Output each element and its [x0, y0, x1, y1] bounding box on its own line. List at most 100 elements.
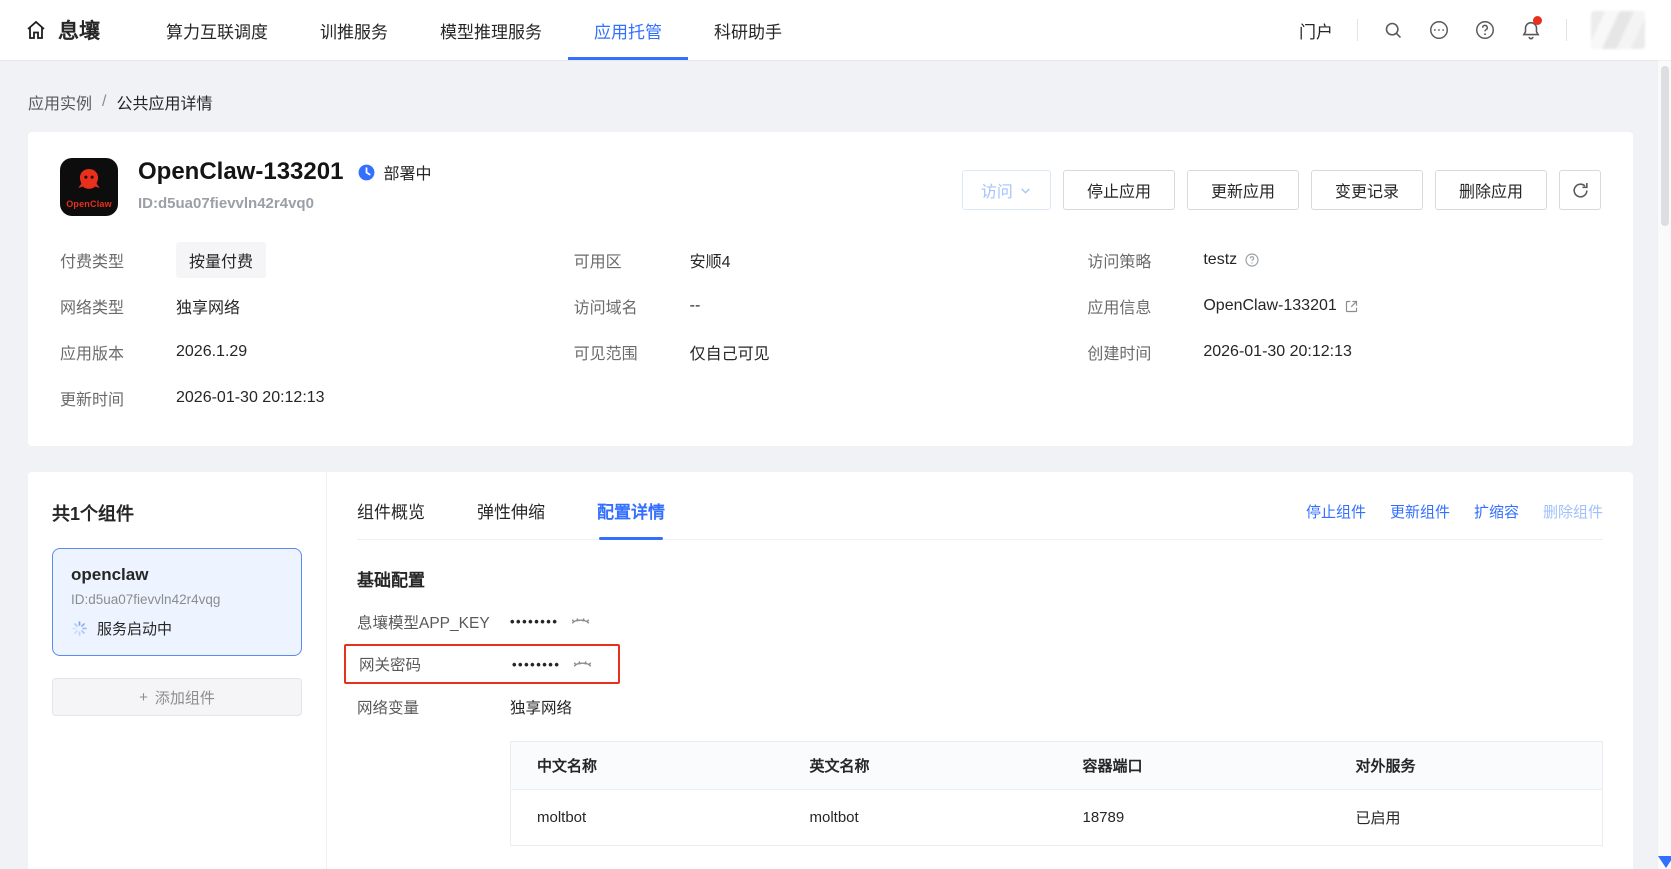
component-id: ID:d5ua07fievvln42r4vqg — [71, 592, 283, 607]
bell-icon[interactable] — [1520, 19, 1542, 41]
eye-closed-icon[interactable] — [572, 654, 593, 675]
external-link-icon — [1344, 299, 1359, 314]
app-logo-label: OpenClaw — [66, 199, 112, 209]
deploy-status-label: 部署中 — [383, 160, 431, 184]
component-detail-panel: 组件概览 弹性伸缩 配置详情 停止组件 更新组件 扩缩容 删除组件 基础配置 息… — [326, 472, 1633, 869]
detail-label: 应用版本 — [60, 340, 176, 364]
tab-component-overview[interactable]: 组件概览 — [357, 498, 425, 539]
refresh-icon — [1571, 181, 1590, 200]
update-app-button[interactable]: 更新应用 — [1187, 170, 1299, 210]
breadcrumb: 应用实例 / 公共应用详情 — [0, 60, 1671, 132]
clock-status-icon — [357, 163, 376, 182]
eye-closed-icon[interactable] — [570, 611, 591, 632]
detail-value: 仅自己可见 — [690, 340, 770, 364]
portal-link[interactable]: 门户 — [1299, 18, 1333, 43]
detail-value: 2026-01-30 20:12:13 — [176, 389, 325, 407]
delete-app-button[interactable]: 删除应用 — [1435, 170, 1547, 210]
config-row-network-variable: 网络变量 独享网络 — [357, 684, 1603, 729]
app-summary-card: OpenClaw OpenClaw-133201 部署中 ID:d5ua07fi… — [28, 132, 1633, 446]
detail-label: 访问域名 — [574, 294, 690, 318]
visit-button-label: 访问 — [981, 178, 1013, 202]
component-card-openclaw[interactable]: openclaw ID:d5ua07fievvln42r4vqg 服务 — [52, 548, 302, 656]
delete-component-link[interactable]: 删除组件 — [1543, 501, 1603, 522]
detail-label: 访问策略 — [1087, 248, 1203, 272]
cell-chinese-name: moltbot — [511, 790, 784, 846]
table-row: moltbot moltbot 18789 已启用 — [511, 790, 1603, 846]
col-container-port: 容器端口 — [1057, 742, 1330, 790]
breadcrumb-app-instances[interactable]: 应用实例 — [28, 90, 92, 114]
config-row-app-key: 息壤模型APP_KEY •••••••• — [357, 599, 1603, 644]
config-value: 独享网络 — [510, 696, 572, 718]
visit-button[interactable]: 访问 — [962, 170, 1051, 210]
scroll-down-arrow-icon[interactable] — [1658, 856, 1671, 868]
app-actions: 访问 停止应用 更新应用 变更记录 删除应用 — [962, 170, 1601, 210]
detail-value: -- — [690, 297, 701, 315]
component-name: openclaw — [71, 565, 283, 585]
cell-container-port: 18789 — [1057, 790, 1330, 846]
detail-update-time: 更新时间 2026-01-30 20:12:13 — [60, 386, 574, 410]
brand-name: 息壤 — [58, 15, 100, 45]
search-icon[interactable] — [1382, 19, 1404, 41]
stop-app-label: 停止应用 — [1087, 178, 1151, 202]
tab-config-detail[interactable]: 配置详情 — [597, 498, 665, 539]
col-english-name: 英文名称 — [784, 742, 1057, 790]
basic-config-title: 基础配置 — [357, 566, 1603, 591]
scrollbar-thumb[interactable] — [1661, 66, 1669, 226]
detail-label: 更新时间 — [60, 386, 176, 410]
detail-value: 安顺4 — [690, 248, 731, 272]
config-label: 网络变量 — [357, 696, 510, 718]
more-icon[interactable] — [1428, 19, 1450, 41]
detail-value: 2026.1.29 — [176, 343, 247, 361]
stop-app-button[interactable]: 停止应用 — [1063, 170, 1175, 210]
detail-label: 应用信息 — [1087, 294, 1203, 318]
component-action-links: 停止组件 更新组件 扩缩容 删除组件 — [1306, 498, 1603, 522]
nav-item-app-hosting[interactable]: 应用托管 — [568, 0, 688, 60]
brand-logo[interactable]: 息壤 — [24, 0, 100, 60]
help-icon[interactable] — [1474, 19, 1496, 41]
detail-label: 付费类型 — [60, 248, 176, 272]
port-table-header-row: 中文名称 英文名称 容器端口 对外服务 — [511, 742, 1603, 790]
detail-network-type: 网络类型 独享网络 — [60, 294, 574, 318]
update-component-link[interactable]: 更新组件 — [1390, 501, 1450, 522]
detail-availability-zone: 可用区 安顺4 — [574, 248, 1088, 272]
delete-app-label: 删除应用 — [1459, 178, 1523, 202]
deploy-status: 部署中 — [357, 160, 431, 184]
change-log-label: 变更记录 — [1335, 178, 1399, 202]
config-label: 息壤模型APP_KEY — [357, 611, 510, 633]
refresh-button[interactable] — [1559, 170, 1601, 210]
change-log-button[interactable]: 变更记录 — [1311, 170, 1423, 210]
breadcrumb-current: 公共应用详情 — [116, 90, 212, 114]
top-nav: 息壤 算力互联调度 训推服务 模型推理服务 应用托管 科研助手 门户 — [0, 0, 1671, 60]
component-status: 服务启动中 — [71, 618, 283, 639]
nav-item-research-assistant[interactable]: 科研助手 — [688, 0, 808, 60]
col-chinese-name: 中文名称 — [511, 742, 784, 790]
detail-access-policy: 访问策略 testz — [1087, 248, 1601, 272]
question-circle-icon[interactable] — [1244, 252, 1260, 268]
masked-app-key: •••••••• — [510, 614, 558, 629]
app-title: OpenClaw-133201 — [138, 158, 343, 186]
stop-component-link[interactable]: 停止组件 — [1306, 501, 1366, 522]
divider — [1357, 19, 1358, 41]
component-tabs-row: 组件概览 弹性伸缩 配置详情 停止组件 更新组件 扩缩容 删除组件 — [357, 498, 1603, 540]
app-details: 付费类型 按量付费 网络类型 独享网络 应用版本 2026.1.29 更新时间 … — [60, 248, 1601, 410]
user-avatar-redacted[interactable] — [1591, 11, 1645, 49]
detail-billing-type: 付费类型 按量付费 — [60, 248, 574, 272]
tab-elastic-scaling[interactable]: 弹性伸缩 — [477, 498, 545, 539]
nav-right-tools: 门户 — [1299, 0, 1645, 60]
nav-item-model-inference[interactable]: 模型推理服务 — [414, 0, 568, 60]
detail-label: 可用区 — [574, 248, 690, 272]
add-component-label: 添加组件 — [155, 687, 215, 708]
spinner-icon — [71, 620, 88, 637]
detail-label: 可见范围 — [574, 340, 690, 364]
component-tabs: 组件概览 弹性伸缩 配置详情 — [357, 498, 665, 539]
nav-item-compute-scheduling[interactable]: 算力互联调度 — [140, 0, 294, 60]
port-table: 中文名称 英文名称 容器端口 对外服务 moltbot moltbot 1878… — [510, 741, 1603, 846]
breadcrumb-separator: / — [102, 93, 106, 111]
nav-item-training-service[interactable]: 训推服务 — [294, 0, 414, 60]
add-component-button[interactable]: + 添加组件 — [52, 678, 302, 716]
component-count-title: 共1个组件 — [52, 500, 302, 526]
app-info-link[interactable]: OpenClaw-133201 — [1203, 297, 1358, 315]
cell-english-name: moltbot — [784, 790, 1057, 846]
scale-component-link[interactable]: 扩缩容 — [1474, 501, 1519, 522]
detail-app-version: 应用版本 2026.1.29 — [60, 340, 574, 364]
